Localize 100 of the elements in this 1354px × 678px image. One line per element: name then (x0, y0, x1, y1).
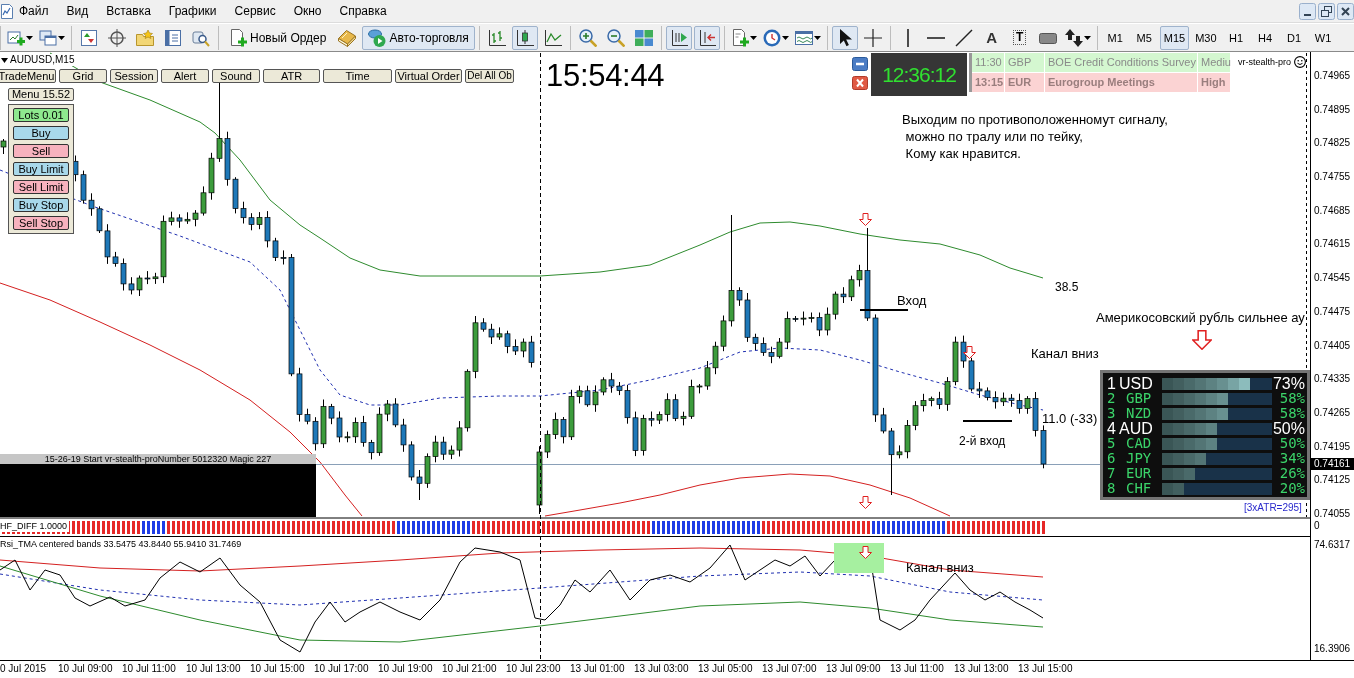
menu-item[interactable]: Сервис (225, 3, 285, 19)
news-cell: 13:15 (972, 73, 1005, 92)
strength-percent: 26% (1278, 466, 1306, 481)
timeframe-button[interactable]: D1 (1280, 25, 1308, 50)
trade-button[interactable]: Buy Stop (13, 198, 69, 212)
panel-button[interactable]: ATR (263, 69, 320, 83)
time-axis-label: 13 Jul 03:00 (634, 663, 689, 674)
chart-text: Вход (897, 292, 927, 309)
panel-button[interactable]: Alert (161, 69, 209, 83)
chart-app-icon (1, 3, 13, 19)
trade-button[interactable]: Sell (13, 144, 69, 158)
document-plus-icon (730, 28, 749, 47)
timeframe-button[interactable]: M1 (1101, 25, 1129, 50)
strength-rank: 7 (1107, 466, 1117, 481)
menu-item[interactable]: Окно (284, 3, 331, 19)
menu-item[interactable]: Графики (159, 3, 226, 19)
chart-plus-icon (7, 28, 25, 47)
trade-button[interactable]: Buy (13, 126, 69, 140)
time-axis-label: 10 Jul 11:00 (122, 663, 176, 674)
panel-button[interactable]: Time (323, 69, 392, 83)
menu-item[interactable]: Вставка (97, 3, 160, 19)
time-axis-label: 10 Jul 21:00 (442, 663, 497, 674)
minimize-button[interactable] (852, 57, 868, 71)
indicator-label: Rsi_TMA centered bands 33.5475 43.8440 55.9410 31.7469 (0, 539, 244, 550)
price-axis-label: 16.3906 (1314, 643, 1351, 655)
strength-percent: 20% (1278, 481, 1306, 496)
timeframe-button[interactable]: M15 (1159, 25, 1190, 50)
close-button[interactable] (1337, 2, 1354, 20)
price-axis-label: 0.74125 (1314, 474, 1351, 487)
caret-icon[interactable] (1, 58, 8, 63)
clock-icon (762, 28, 781, 47)
panel-button[interactable]: Session (110, 69, 158, 83)
panel-button[interactable]: Grid (59, 69, 107, 83)
down-arrow-icon (963, 346, 976, 359)
strength-percent: 73% (1272, 376, 1306, 391)
chart-text: 38.5 (1055, 279, 1079, 296)
menu-item[interactable]: Справка (330, 3, 396, 19)
price-axis-label: 0.74685 (1314, 204, 1351, 217)
time-axis-label: 13 Jul 05:00 (698, 663, 753, 674)
news-cell-text: High (1200, 75, 1227, 90)
menu-item[interactable]: Файл (10, 3, 58, 19)
panel-button[interactable]: Virtual Order (395, 69, 462, 83)
time-axis-label: 10 Jul 09:00 (58, 663, 113, 674)
trade-button[interactable]: Sell Stop (13, 216, 69, 230)
time-axis-label: 10 Jul 23:00 (506, 663, 561, 674)
strength-rank: 5 (1107, 436, 1117, 451)
time-axis-label: 13 Jul 13:00 (954, 663, 1009, 674)
price-axis-label: 0 (1314, 520, 1320, 532)
timeframe-button[interactable]: M5 (1130, 25, 1158, 50)
strength-rank: 4 (1107, 421, 1117, 436)
price-axis-label: 0.74545 (1314, 272, 1351, 285)
price-axis-label: 0.74055 (1314, 507, 1351, 520)
trade-button[interactable]: Lots 0.01 (13, 108, 69, 122)
timeframe-button[interactable]: H4 (1251, 25, 1279, 50)
price-axis-label: 0.74755 (1314, 171, 1351, 184)
panel-title: Menu 15.52 (8, 88, 74, 101)
strength-percent: 50% (1272, 421, 1306, 436)
expert-name-label: vr-stealth-pro (1238, 56, 1291, 68)
close-button[interactable] (852, 76, 868, 90)
news-cell: EUR (1005, 73, 1045, 92)
text-label-button[interactable]: T (1006, 25, 1033, 50)
time-axis-label: 10 Jul 19:00 (378, 663, 433, 674)
auto-trading-button[interactable]: Авто-торговля (362, 25, 475, 50)
news-cell-text: Mediu (1200, 55, 1230, 70)
timeframe-button[interactable]: M30 (1191, 25, 1221, 50)
timeframe-button[interactable]: H1 (1222, 25, 1250, 50)
current-price-label: 0.74161 (1311, 458, 1354, 470)
strength-rank: 1 (1107, 376, 1117, 391)
minimize-button[interactable] (1299, 2, 1316, 20)
new-order-button[interactable]: Новый Ордер (223, 25, 333, 50)
stacked-windows-icon (39, 28, 57, 47)
atr-label: [3xATR=295] (1244, 502, 1302, 514)
time-axis-label: 13 Jul 07:00 (762, 663, 817, 674)
text-tool-button[interactable]: A (978, 25, 1005, 50)
clock-label: 15:54:44 (546, 60, 665, 91)
price-axis-label: 0.74195 (1314, 440, 1351, 453)
time-axis-label: 13 Jul 09:00 (826, 663, 881, 674)
time-axis-label: 13 Jul 11:00 (890, 663, 944, 674)
strength-percent: 58% (1278, 391, 1306, 406)
trade-button[interactable]: Sell Limit (13, 180, 69, 194)
currency-code: EUR (1125, 466, 1153, 481)
chart-text: Выходим по противоположенномут сигналу, можно по тралу или по тейку, Кому как нравится. (902, 111, 1168, 162)
trade-button[interactable]: Buy Limit (13, 162, 69, 176)
menu-item[interactable]: Вид (57, 3, 98, 19)
currency-code: NZD (1125, 406, 1153, 421)
restore-button[interactable] (1318, 2, 1335, 20)
strength-rank: 6 (1107, 451, 1117, 466)
currency-code: CHF (1125, 481, 1153, 496)
strength-rank: 8 (1107, 481, 1117, 496)
smiley-icon (1294, 56, 1306, 68)
entry-level-line (962, 420, 1013, 422)
timeframe-button[interactable]: W1 (1309, 25, 1337, 50)
panel-button[interactable]: Del All Ob (465, 69, 514, 83)
panel-button[interactable]: Sound (212, 69, 260, 83)
chart-text: 2-й вход (959, 433, 1006, 450)
currency-code: CAD (1125, 436, 1153, 451)
currency-code: AUD (1119, 421, 1154, 436)
price-axis-label: 0.74895 (1314, 103, 1351, 116)
down-arrow-icon (859, 496, 872, 509)
price-axis-label: 0.74615 (1314, 238, 1351, 251)
